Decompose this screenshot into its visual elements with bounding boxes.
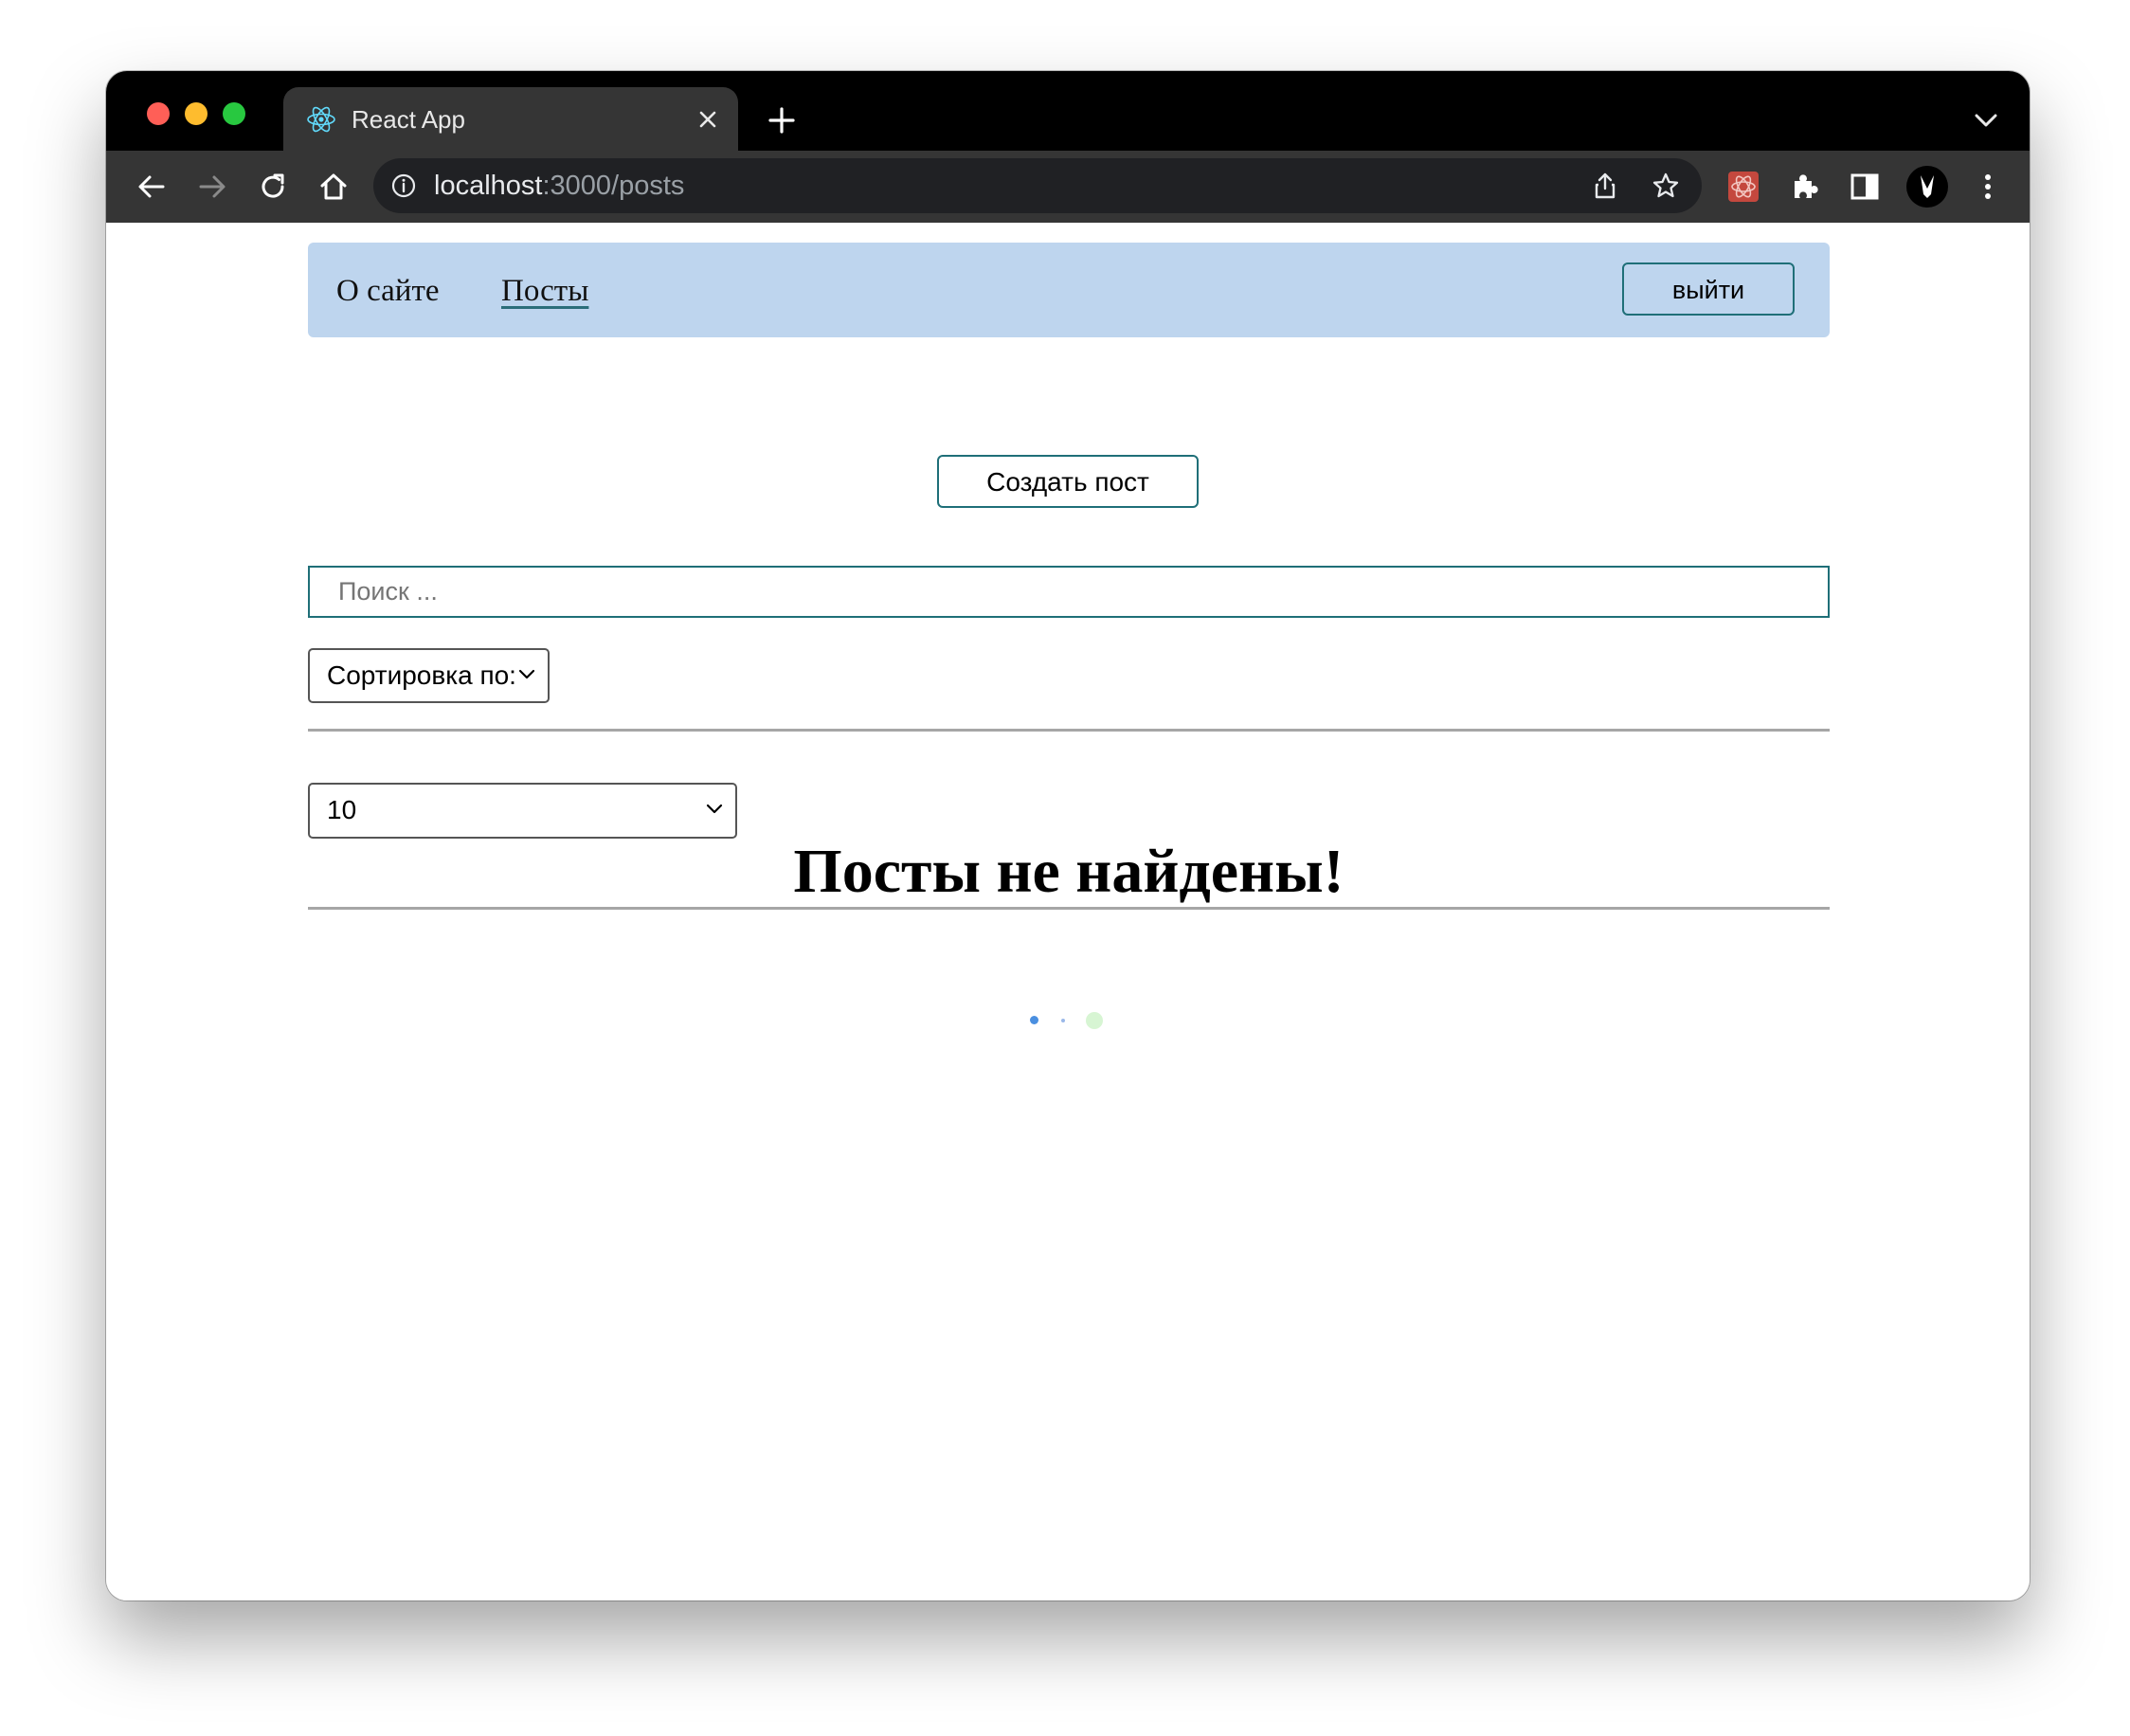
minimize-window-button[interactable] — [185, 102, 208, 125]
reload-icon[interactable] — [256, 170, 290, 204]
navbar: О сайте Посты выйти — [308, 243, 1830, 337]
star-icon[interactable] — [1651, 171, 1681, 201]
address-bar[interactable]: localhost:3000/posts — [373, 158, 1702, 213]
divider — [308, 729, 1830, 732]
chevron-down-icon — [706, 804, 723, 814]
logout-button[interactable]: выйти — [1622, 262, 1795, 316]
loader-dot — [1030, 1016, 1038, 1024]
close-tab-icon[interactable] — [695, 106, 721, 133]
new-tab-icon[interactable] — [767, 105, 797, 136]
back-arrow-icon[interactable] — [135, 170, 169, 204]
extension-react-devtools-icon[interactable] — [1726, 170, 1760, 204]
nav-link-posts[interactable]: Посты — [501, 273, 588, 309]
url-path: :3000/posts — [542, 171, 685, 201]
page-content: О сайте Посты выйти Создать пост Сортиро… — [106, 223, 2030, 1600]
loader-dot — [1086, 1012, 1103, 1029]
info-icon[interactable] — [390, 172, 417, 199]
search-input[interactable] — [308, 566, 1830, 618]
side-panel-icon[interactable] — [1848, 170, 1882, 204]
browser-window: React App localhost:3000/posts О сайте П… — [106, 71, 2030, 1600]
close-window-button[interactable] — [147, 102, 170, 125]
sort-select-value: Сортировка по: — [327, 660, 516, 690]
tab-title: React App — [352, 105, 465, 134]
profile-avatar-icon[interactable] — [1906, 166, 1948, 208]
chevron-down-icon[interactable] — [1973, 111, 1999, 130]
url-host: localhost — [434, 171, 543, 201]
sort-select[interactable]: Сортировка по: — [308, 648, 550, 703]
share-icon[interactable] — [1590, 171, 1620, 201]
loader-dot — [1061, 1019, 1065, 1022]
url-text[interactable]: localhost:3000/posts — [434, 171, 684, 201]
more-menu-icon[interactable] — [1971, 170, 2005, 204]
page-limit-select[interactable]: 10 — [308, 783, 737, 839]
create-post-button[interactable]: Создать пост — [937, 455, 1199, 508]
browser-titlebar: React App — [106, 71, 2030, 151]
divider — [308, 907, 1830, 910]
empty-state-heading: Посты не найдены! — [793, 837, 1345, 906]
home-icon[interactable] — [316, 170, 351, 204]
puzzle-icon[interactable] — [1787, 170, 1821, 204]
loading-indicator — [1030, 1009, 1106, 1032]
browser-toolbar: localhost:3000/posts — [106, 151, 2030, 223]
page-limit-value: 10 — [327, 795, 357, 824]
chevron-down-icon — [518, 669, 535, 679]
browser-tab[interactable]: React App — [283, 87, 738, 151]
nav-link-about[interactable]: О сайте — [336, 273, 440, 309]
maximize-window-button[interactable] — [223, 102, 245, 125]
react-logo-icon — [307, 106, 335, 133]
forward-arrow-icon[interactable] — [195, 170, 229, 204]
